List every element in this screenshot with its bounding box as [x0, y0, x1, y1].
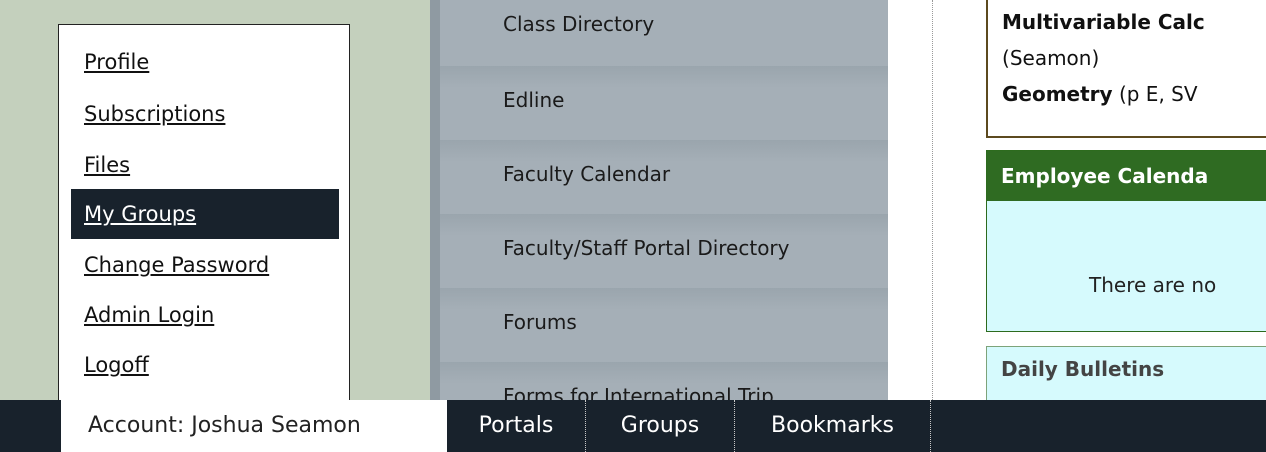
- account-menu: Profile Subscriptions Files My Groups Ch…: [58, 24, 350, 400]
- daily-bulletins-box: Daily Bulletins: [986, 346, 1266, 406]
- portals-list: Class Directory Edline Faculty Calendar …: [440, 0, 888, 400]
- portal-faculty-calendar[interactable]: Faculty Calendar: [503, 162, 670, 186]
- course-teacher-line: (Seamon): [1002, 46, 1099, 70]
- portal-forms-international-trip[interactable]: Forms for International Trip: [503, 384, 774, 400]
- paren-close: ): [1091, 46, 1100, 70]
- paren-open: (: [1002, 46, 1010, 70]
- tab-groups[interactable]: Groups: [586, 400, 734, 452]
- portal-row[interactable]: Faculty Calendar: [440, 140, 888, 214]
- column-divider: [430, 0, 440, 400]
- menu-item-my-groups[interactable]: My Groups: [71, 189, 339, 239]
- course-detail: (p E, SV: [1112, 82, 1198, 106]
- tab-portals[interactable]: Portals: [447, 400, 585, 452]
- portal-edline[interactable]: Edline: [503, 88, 564, 112]
- portal-row[interactable]: Edline: [440, 66, 888, 140]
- portal-row[interactable]: Forums: [440, 288, 888, 362]
- column-separator: [932, 0, 934, 400]
- employee-calendar-title: Employee Calenda: [987, 151, 1266, 201]
- menu-item-change-password[interactable]: Change Password: [71, 240, 339, 290]
- course-link-multivariable[interactable]: Multivariable Calc: [1002, 10, 1205, 34]
- menu-item-logoff[interactable]: Logoff: [71, 340, 339, 390]
- tab-separator: [930, 400, 932, 452]
- course-link-geometry[interactable]: Geometry: [1002, 82, 1113, 106]
- menu-item-subscriptions[interactable]: Subscriptions: [71, 89, 339, 139]
- course-line: Multivariable Calc: [1002, 10, 1205, 34]
- menu-item-profile[interactable]: Profile: [71, 37, 339, 87]
- portal-row[interactable]: Faculty/Staff Portal Directory: [440, 214, 888, 288]
- employee-calendar-message: There are no: [1089, 273, 1217, 297]
- bottom-tab-bar: Account: Joshua Seamon Portals Groups Bo…: [0, 400, 1266, 452]
- employee-calendar-box: Employee Calenda There are no: [986, 150, 1266, 332]
- teacher-link-seamon[interactable]: Seamon: [1010, 46, 1092, 70]
- portal-row[interactable]: Class Directory: [440, 0, 888, 66]
- menu-item-admin-login[interactable]: Admin Login: [71, 290, 339, 340]
- tab-bookmarks[interactable]: Bookmarks: [735, 400, 930, 452]
- daily-bulletins-title: Daily Bulletins: [1001, 357, 1165, 381]
- menu-item-files[interactable]: Files: [71, 140, 339, 190]
- course-line: Geometry (p E, SV: [1002, 82, 1198, 106]
- tab-account[interactable]: Account: Joshua Seamon: [61, 400, 447, 452]
- portal-class-directory[interactable]: Class Directory: [503, 12, 654, 36]
- courses-box: Multivariable Calc (Seamon) Geometry (p …: [986, 0, 1266, 138]
- portal-forums[interactable]: Forums: [503, 310, 577, 334]
- portal-faculty-staff-directory[interactable]: Faculty/Staff Portal Directory: [503, 236, 790, 260]
- portal-row[interactable]: Forms for International Trip: [440, 362, 888, 400]
